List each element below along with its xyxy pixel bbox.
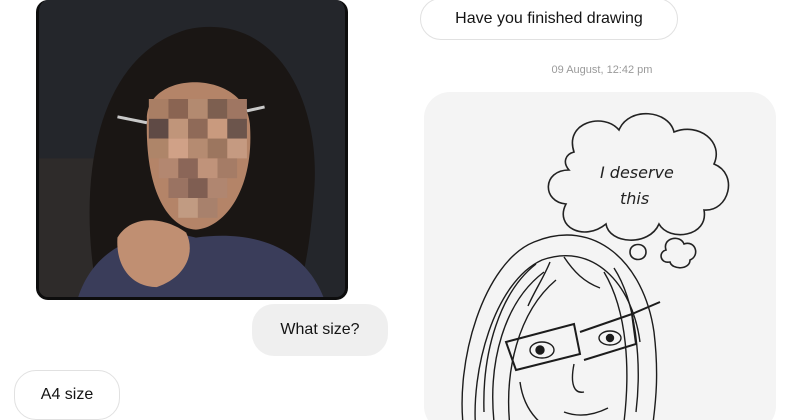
thought-text-line1: I deserve (600, 163, 674, 182)
shared-drawing[interactable]: I deserve this (424, 92, 776, 420)
panel-divider (396, 0, 404, 420)
thought-text-line2: this (620, 189, 649, 208)
right-chat-panel: Have you finished drawing 09 August, 12:… (404, 0, 800, 420)
message-what-size: What size? (252, 304, 388, 356)
left-chat-panel: What size? A4 size (0, 0, 396, 420)
face-sketch (461, 234, 661, 420)
shared-photo[interactable] (36, 0, 348, 300)
message-finished-drawing: Have you finished drawing (420, 0, 678, 40)
message-timestamp: 09 August, 12:42 pm (551, 64, 653, 76)
photo-image (39, 0, 345, 297)
drawing-image: I deserve this (461, 112, 730, 420)
message-a4-size: A4 size (14, 370, 120, 420)
